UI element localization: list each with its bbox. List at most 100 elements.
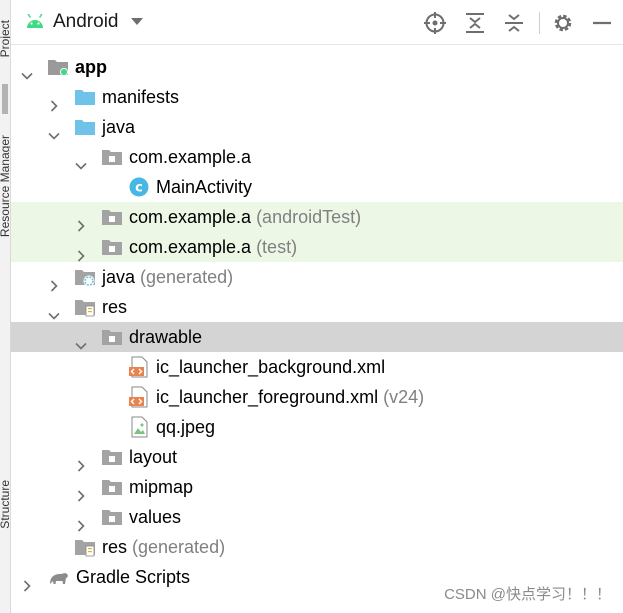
- tree-expander[interactable]: [75, 451, 87, 472]
- tree-expander[interactable]: [75, 151, 87, 170]
- tree-item-label: Gradle Scripts: [76, 567, 191, 587]
- tree-item-label: manifests: [102, 87, 180, 107]
- tree-item-label: res: [102, 537, 128, 557]
- tree-row[interactable]: res: [11, 292, 623, 322]
- structure-side-tab[interactable]: Structure: [0, 480, 10, 529]
- tree-item-icon: [74, 116, 96, 138]
- tree-expander[interactable]: [75, 241, 87, 262]
- tree-item-text: MainActivity: [156, 172, 252, 202]
- tree-row[interactable]: res (generated): [11, 532, 623, 562]
- chevron-down-icon[interactable]: [75, 160, 87, 172]
- chevron-down-icon[interactable]: [21, 70, 33, 82]
- tree-item-icon: [74, 86, 96, 108]
- package-icon: [102, 240, 122, 255]
- tree-item-suffix: (test): [251, 237, 298, 257]
- tree-item-text: qq.jpeg: [156, 412, 215, 442]
- tree-item-icon: [48, 566, 70, 588]
- svg-text:c: c: [135, 181, 143, 196]
- tree-expander[interactable]: [75, 511, 87, 532]
- tree-item-label: java: [102, 117, 136, 137]
- tree-item-icon: [101, 326, 123, 348]
- tree-row[interactable]: qq.jpeg: [11, 412, 623, 442]
- package-icon: [102, 510, 122, 525]
- tree-row[interactable]: java: [11, 112, 623, 142]
- tree-row[interactable]: com.example.a (androidTest): [11, 202, 623, 232]
- project-side-tab[interactable]: Project: [0, 20, 10, 57]
- tree-expander[interactable]: [75, 211, 87, 232]
- view-selector-label: Android: [53, 11, 119, 32]
- tree-item-label: mipmap: [129, 477, 194, 497]
- view-selector-dropdown[interactable]: Android: [25, 8, 143, 36]
- chevron-down-icon[interactable]: [48, 310, 60, 322]
- tree-item-text: layout: [129, 442, 177, 472]
- tree-item-icon: [101, 506, 123, 528]
- package-icon: [102, 210, 122, 225]
- tree-row[interactable]: com.example.a (test): [11, 232, 623, 262]
- tree-item-icon: [74, 266, 96, 288]
- tree-item-text: mipmap: [129, 472, 193, 502]
- chevron-right-icon[interactable]: [75, 490, 87, 502]
- chevron-right-icon[interactable]: [75, 220, 87, 232]
- tree-item-text: java (generated): [102, 262, 233, 292]
- tree-item-label: app: [75, 57, 108, 77]
- blue-folder-icon: [75, 120, 95, 135]
- tree-item-icon: [101, 476, 123, 498]
- tree-item-label: java: [102, 267, 136, 287]
- chevron-down-icon[interactable]: [75, 340, 87, 352]
- tree-expander[interactable]: [48, 271, 60, 292]
- tree-item-icon: [101, 236, 123, 258]
- tree-item-label: ic_launcher_foreground.xml: [156, 387, 379, 407]
- resource-manager-side-tab[interactable]: Resource Manager: [0, 135, 10, 237]
- tree-item-icon: [101, 446, 123, 468]
- tree-row[interactable]: mipmap: [11, 472, 623, 502]
- tree-item-text: com.example.a: [129, 142, 251, 172]
- tree-expander[interactable]: [48, 91, 60, 112]
- chevron-right-icon[interactable]: [75, 250, 87, 262]
- android-icon: [27, 14, 43, 28]
- tree-item-text: com.example.a (test): [129, 232, 297, 262]
- select-opened-file-button[interactable]: [424, 12, 446, 34]
- tree-item-icon: [74, 536, 96, 558]
- tree-row[interactable]: values: [11, 502, 623, 532]
- tree-item-label: res: [102, 297, 128, 317]
- tree-row[interactable]: drawable: [11, 322, 623, 352]
- chevron-right-icon[interactable]: [75, 460, 87, 472]
- tree-expander[interactable]: [21, 61, 33, 80]
- tree-item-label: com.example.a: [129, 237, 252, 257]
- tree-row[interactable]: app: [11, 52, 623, 82]
- tree-expander[interactable]: [21, 571, 33, 592]
- tree-row[interactable]: layout: [11, 442, 623, 472]
- tree-item-suffix: (generated): [127, 537, 226, 557]
- watermark: CSDN @快点学习！！！: [442, 582, 613, 605]
- tree-row[interactable]: c MainActivity: [11, 172, 623, 202]
- tree-expander[interactable]: [48, 301, 60, 320]
- options-button[interactable]: [552, 12, 574, 34]
- tree-row[interactable]: java (generated): [11, 262, 623, 292]
- tree-item-text: res: [102, 292, 127, 322]
- expand-all-button[interactable]: [464, 12, 486, 34]
- tree-expander[interactable]: [75, 331, 87, 350]
- tree-expander[interactable]: [48, 121, 60, 140]
- gear-icon: [554, 14, 572, 32]
- tree-item-icon: [128, 386, 150, 408]
- tree-item-text: drawable: [129, 322, 202, 352]
- collapse-all-icon: [505, 14, 523, 32]
- tree-row[interactable]: ic_launcher_background.xml: [11, 352, 623, 382]
- chevron-right-icon[interactable]: [48, 280, 60, 292]
- chevron-right-icon[interactable]: [75, 520, 87, 532]
- tree-item-icon: [101, 206, 123, 228]
- tree-expander[interactable]: [75, 481, 87, 502]
- xml-file-icon: [129, 356, 148, 378]
- image-file-icon: [131, 416, 148, 438]
- tree-row[interactable]: com.example.a: [11, 142, 623, 172]
- hide-panel-button[interactable]: [591, 12, 613, 34]
- tree-item-text: ic_launcher_foreground.xml (v24): [156, 382, 424, 412]
- chevron-right-icon[interactable]: [21, 580, 33, 592]
- collapse-all-button[interactable]: [503, 12, 525, 34]
- chevron-down-icon[interactable]: [48, 130, 60, 142]
- tree-row[interactable]: ic_launcher_foreground.xml (v24): [11, 382, 623, 412]
- package-icon: [102, 480, 122, 495]
- tree-item-icon: [128, 416, 150, 438]
- chevron-right-icon[interactable]: [48, 100, 60, 112]
- tree-row[interactable]: manifests: [11, 82, 623, 112]
